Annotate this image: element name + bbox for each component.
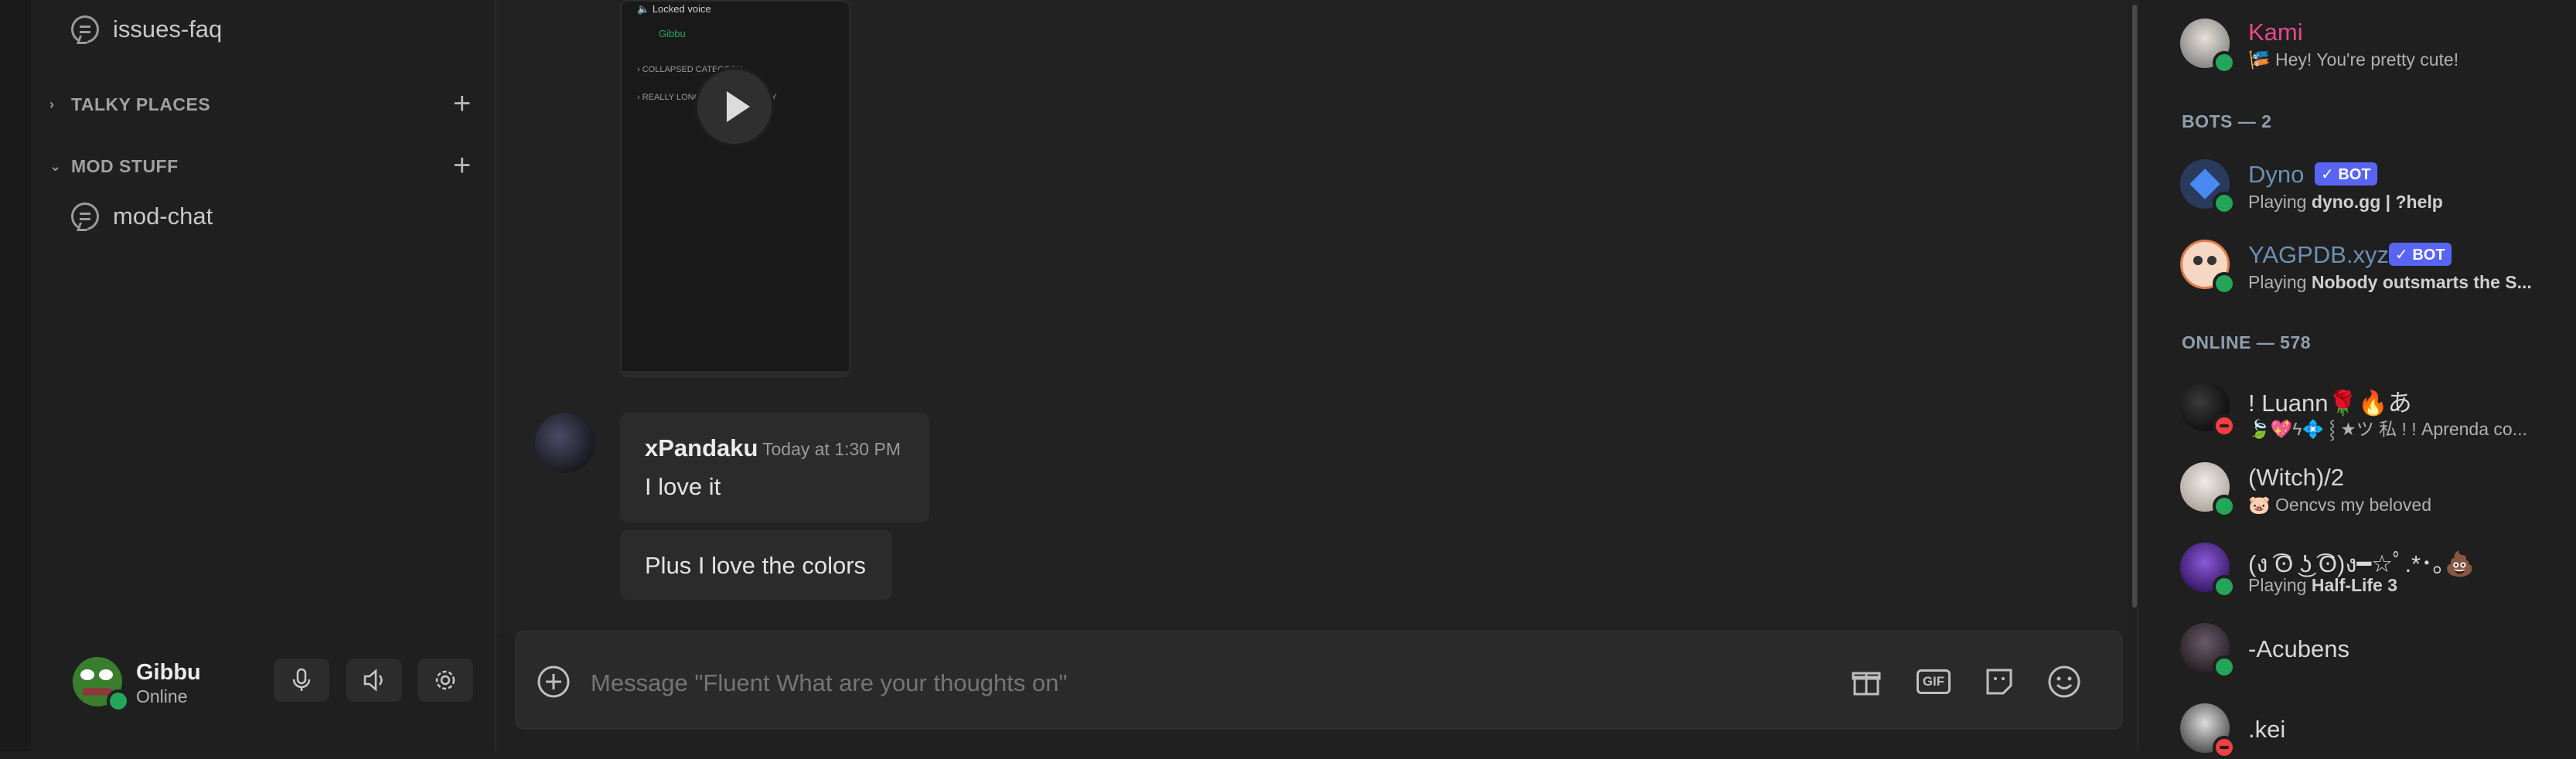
member-name[interactable]: Dyno: [2248, 161, 2304, 189]
gif-icon: GIF: [1916, 669, 1951, 694]
speaker-icon: 🔈: [637, 3, 650, 15]
category-mod-stuff[interactable]: ⌄ MOD STUFF: [49, 156, 179, 177]
add-channel-icon[interactable]: +: [453, 150, 471, 181]
avatar[interactable]: [535, 413, 595, 473]
category-talky-places[interactable]: › TALKY PLACES: [49, 94, 210, 115]
status-online-icon: [2213, 192, 2236, 215]
settings-button[interactable]: [417, 659, 473, 702]
member-name[interactable]: ! Luann🌹🔥あ: [2248, 383, 2412, 418]
channel-mod-chat[interactable]: mod-chat: [71, 203, 213, 230]
category-label: MOD STUFF: [71, 156, 179, 176]
bot-badge: ✓ BOT: [2389, 243, 2452, 266]
member-status: 🐷 Oencvs my beloved: [2248, 495, 2432, 515]
message-author[interactable]: xPandaku: [645, 434, 758, 462]
status-dnd-icon: [2213, 414, 2236, 437]
message-text: I love it: [645, 473, 721, 500]
user-status: Online: [136, 686, 188, 706]
video-locked-voice-text: 🔈 Locked voice: [637, 3, 711, 15]
gear-icon: [435, 670, 455, 690]
member-status: 🎏 Hey! You're pretty cute!: [2248, 49, 2459, 70]
category-label: TALKY PLACES: [71, 94, 211, 114]
gif-button[interactable]: GIF: [1914, 665, 1953, 699]
microphone-button[interactable]: [274, 659, 329, 702]
chevron-right-icon: ›: [49, 97, 55, 112]
message-bubble: [620, 413, 929, 522]
deafen-button[interactable]: [346, 659, 402, 702]
video-attachment[interactable]: 🔈 Locked voice Gibbu › COLLAPSED CATEGOR…: [620, 0, 850, 377]
sticker-icon[interactable]: [1982, 665, 2016, 699]
speaker-icon: [363, 669, 383, 692]
member-name[interactable]: YAGPDB.xyz: [2248, 241, 2389, 269]
member-activity: Playing Nobody outsmarts the S...: [2248, 272, 2532, 292]
member-status: 🍃💖ϟ💠 ⸾ ★ツ 私 ! ! Aprenda co...: [2248, 419, 2527, 439]
add-attachment-icon[interactable]: [537, 665, 571, 699]
member-name[interactable]: .kei: [2248, 716, 2285, 744]
status-online-icon: [2213, 655, 2236, 679]
member-name[interactable]: Kami: [2248, 19, 2303, 46]
online-section-header: ONLINE — 578: [2182, 332, 2312, 352]
video-progress-track: [622, 371, 849, 376]
member-activity: Playing Half-Life 3: [2248, 575, 2398, 595]
channel-label: mod-chat: [113, 203, 213, 230]
video-voice-user: Gibbu: [659, 28, 686, 39]
message-input[interactable]: [589, 663, 1798, 703]
status-emoji: 🎏: [2248, 49, 2271, 70]
user-name[interactable]: Gibbu: [136, 660, 201, 686]
emoji-icon[interactable]: [2047, 665, 2081, 699]
forum-channel-icon: [71, 203, 99, 230]
member-activity: Playing dyno.gg | ?help: [2248, 192, 2443, 212]
channel-issues-faq[interactable]: issues-faq: [71, 15, 222, 43]
play-icon[interactable]: [697, 70, 772, 144]
add-channel-icon[interactable]: +: [453, 88, 471, 119]
status-online-icon: [2213, 575, 2236, 598]
status-online-icon: [2213, 272, 2236, 295]
status-online-icon: [2213, 495, 2236, 518]
channel-label: issues-faq: [113, 15, 223, 43]
bots-section-header: BOTS — 2: [2182, 111, 2272, 131]
bot-badge: ✓ BOT: [2315, 162, 2377, 185]
status-online-icon: [2213, 51, 2236, 74]
microphone-icon: [292, 668, 311, 691]
status-dnd-icon: [2213, 736, 2236, 759]
gift-icon[interactable]: [1849, 665, 1883, 699]
forum-channel-icon: [71, 15, 99, 43]
member-name[interactable]: -Acubens: [2248, 635, 2349, 663]
chevron-down-icon: ⌄: [49, 158, 62, 174]
member-name[interactable]: (Witch)/2: [2248, 464, 2344, 492]
left-edge-strip: [0, 0, 31, 751]
message-timestamp: Today at 1:30 PM: [762, 439, 901, 459]
status-online-icon: [107, 689, 130, 713]
message-text: Plus I love the colors: [645, 552, 867, 579]
